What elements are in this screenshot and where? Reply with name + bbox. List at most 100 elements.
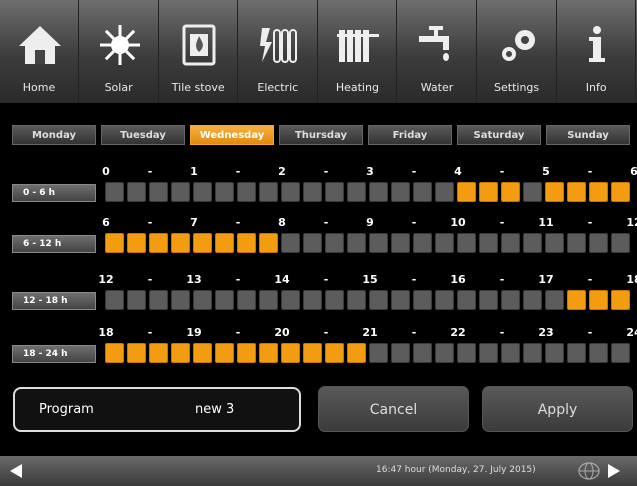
nav-home[interactable]: Home: [0, 0, 79, 103]
time-slot[interactable]: [545, 233, 564, 253]
time-slot[interactable]: [193, 343, 212, 363]
time-slot[interactable]: [479, 233, 498, 253]
time-slot[interactable]: [237, 290, 256, 310]
time-slot[interactable]: [523, 290, 542, 310]
time-slot[interactable]: [611, 290, 630, 310]
time-slot[interactable]: [391, 182, 410, 202]
time-slot[interactable]: [479, 290, 498, 310]
time-slot[interactable]: [589, 343, 608, 363]
time-slot[interactable]: [325, 290, 344, 310]
time-slot[interactable]: [303, 182, 322, 202]
time-slot[interactable]: [413, 343, 432, 363]
time-slot[interactable]: [479, 182, 498, 202]
time-slot[interactable]: [545, 343, 564, 363]
time-slot[interactable]: [501, 182, 520, 202]
time-slot[interactable]: [369, 182, 388, 202]
time-slot[interactable]: [545, 182, 564, 202]
time-slot[interactable]: [435, 182, 454, 202]
time-slot[interactable]: [347, 290, 366, 310]
time-slot[interactable]: [281, 290, 300, 310]
time-slot[interactable]: [347, 182, 366, 202]
time-slot[interactable]: [105, 290, 124, 310]
time-slot[interactable]: [523, 182, 542, 202]
globe-icon[interactable]: [578, 462, 600, 480]
time-slot[interactable]: [215, 182, 234, 202]
time-slot[interactable]: [325, 182, 344, 202]
time-slot[interactable]: [303, 343, 322, 363]
time-slot[interactable]: [105, 343, 124, 363]
day-tab-saturday[interactable]: Saturday: [457, 125, 541, 145]
time-slot[interactable]: [589, 233, 608, 253]
time-slot[interactable]: [369, 343, 388, 363]
time-slot[interactable]: [171, 290, 190, 310]
time-slot[interactable]: [523, 343, 542, 363]
time-slot[interactable]: [127, 233, 146, 253]
time-slot[interactable]: [193, 290, 212, 310]
time-slot[interactable]: [567, 343, 586, 363]
time-slot[interactable]: [149, 290, 168, 310]
time-slot[interactable]: [149, 182, 168, 202]
nav-tile-stove[interactable]: Tile stove: [159, 0, 239, 103]
time-slot[interactable]: [611, 343, 630, 363]
time-slot[interactable]: [435, 233, 454, 253]
time-slot[interactable]: [501, 233, 520, 253]
time-slot[interactable]: [479, 343, 498, 363]
time-slot[interactable]: [435, 290, 454, 310]
time-slot[interactable]: [259, 233, 278, 253]
time-slot[interactable]: [391, 343, 410, 363]
time-slot[interactable]: [281, 233, 300, 253]
nav-water[interactable]: Water: [398, 0, 477, 103]
time-slot[interactable]: [259, 290, 278, 310]
time-slot[interactable]: [281, 182, 300, 202]
time-slot[interactable]: [347, 233, 366, 253]
time-slot[interactable]: [567, 290, 586, 310]
time-slot[interactable]: [303, 233, 322, 253]
time-slot[interactable]: [193, 233, 212, 253]
time-slot[interactable]: [259, 182, 278, 202]
day-tab-friday[interactable]: Friday: [368, 125, 452, 145]
cancel-button[interactable]: Cancel: [318, 386, 469, 432]
time-slot[interactable]: [281, 343, 300, 363]
nav-electric[interactable]: Electric: [239, 0, 318, 103]
time-slot[interactable]: [523, 233, 542, 253]
time-slot[interactable]: [215, 290, 234, 310]
time-slot[interactable]: [149, 343, 168, 363]
time-slot[interactable]: [171, 343, 190, 363]
forward-arrow-icon[interactable]: [608, 464, 620, 478]
nav-heating[interactable]: Heating: [318, 0, 398, 103]
time-slot[interactable]: [567, 233, 586, 253]
time-slot[interactable]: [611, 233, 630, 253]
time-slot[interactable]: [545, 290, 564, 310]
time-slot[interactable]: [611, 182, 630, 202]
time-slot[interactable]: [391, 233, 410, 253]
day-tab-sunday[interactable]: Sunday: [546, 125, 630, 145]
time-slot[interactable]: [303, 290, 322, 310]
time-slot[interactable]: [369, 233, 388, 253]
time-slot[interactable]: [457, 233, 476, 253]
time-slot[interactable]: [435, 343, 454, 363]
time-slot[interactable]: [347, 343, 366, 363]
time-slot[interactable]: [237, 182, 256, 202]
time-slot[interactable]: [501, 290, 520, 310]
time-slot[interactable]: [215, 233, 234, 253]
time-slot[interactable]: [391, 290, 410, 310]
time-slot[interactable]: [457, 182, 476, 202]
time-slot[interactable]: [215, 343, 234, 363]
time-slot[interactable]: [237, 233, 256, 253]
time-slot[interactable]: [171, 182, 190, 202]
time-slot[interactable]: [413, 290, 432, 310]
time-slot[interactable]: [237, 343, 256, 363]
day-tab-thursday[interactable]: Thursday: [279, 125, 363, 145]
time-slot[interactable]: [193, 182, 212, 202]
time-slot[interactable]: [105, 233, 124, 253]
nav-settings[interactable]: Settings: [478, 0, 557, 103]
time-slot[interactable]: [589, 182, 608, 202]
time-slot[interactable]: [589, 290, 608, 310]
time-slot[interactable]: [105, 182, 124, 202]
time-slot[interactable]: [369, 290, 388, 310]
time-slot[interactable]: [127, 182, 146, 202]
time-slot[interactable]: [171, 233, 190, 253]
time-slot[interactable]: [501, 343, 520, 363]
time-slot[interactable]: [127, 343, 146, 363]
time-slot[interactable]: [325, 343, 344, 363]
